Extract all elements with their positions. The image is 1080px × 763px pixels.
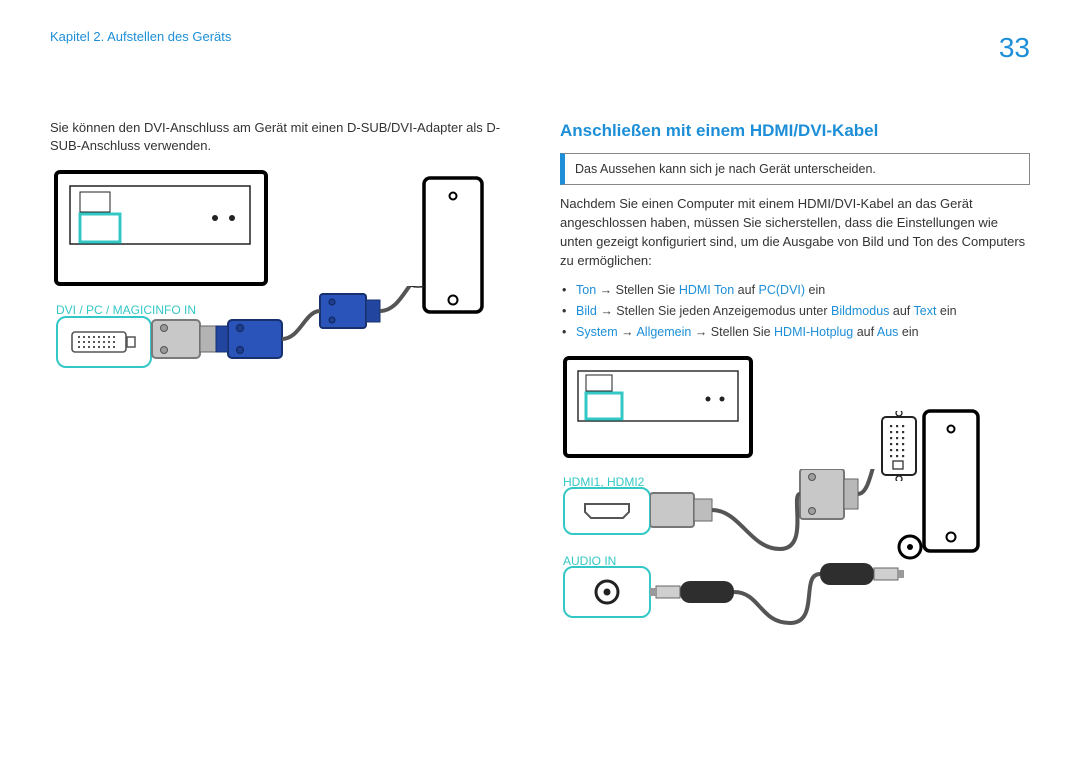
page-root: Kapitel 2. Aufstellen des Geräts 33 Sie …	[0, 0, 1080, 683]
pc-tower-icon-2	[920, 407, 984, 557]
audio-port-box	[563, 566, 651, 618]
hdmi-port-icon	[581, 500, 633, 522]
dvi-cable-icon	[150, 286, 450, 406]
monitor-back-icon	[50, 166, 280, 296]
hdmi-port-box	[563, 487, 651, 535]
chapter-title: Kapitel 2. Aufstellen des Geräts	[50, 28, 231, 47]
info-box: Das Aussehen kann sich je nach Gerät unt…	[560, 153, 1030, 185]
page-number: 33	[999, 28, 1030, 69]
monitor-back-icon-2	[560, 353, 760, 465]
audio-port-icon	[592, 577, 622, 607]
right-intro-text: Nachdem Sie einen Computer mit einem HDM…	[560, 195, 1030, 270]
settings-list: Ton → Stellen Sie HDMI Ton auf PC(DVI) e…	[560, 281, 1030, 341]
settings-item-bild: Bild → Stellen Sie jeden Anzeigemodus un…	[574, 302, 1030, 320]
hdmi-diagram: HDMI1, HDMI2 AUDIO IN	[560, 353, 1030, 653]
hdmi-cable-icon	[650, 469, 910, 559]
settings-item-ton: Ton → Stellen Sie HDMI Ton auf PC(DVI) e…	[574, 281, 1030, 299]
page-header: Kapitel 2. Aufstellen des Geräts 33	[50, 28, 1030, 69]
audio-cable-icon	[650, 563, 930, 643]
left-column: Sie können den DVI-Anschluss am Gerät mi…	[50, 119, 520, 654]
hdmi-section-title: Anschließen mit einem HDMI/DVI-Kabel	[560, 119, 1030, 144]
left-intro-text: Sie können den DVI-Anschluss am Gerät mi…	[50, 119, 520, 157]
dvi-port-box	[56, 316, 152, 368]
dvi-port-icon	[69, 328, 139, 356]
right-column: Anschließen mit einem HDMI/DVI-Kabel Das…	[560, 119, 1030, 654]
dvi-diagram: DVI / PC / MAGICINFO IN	[50, 166, 520, 426]
settings-item-system: System → Allgemein → Stellen Sie HDMI-Ho…	[574, 323, 1030, 341]
content-columns: Sie können den DVI-Anschluss am Gerät mi…	[50, 119, 1030, 654]
